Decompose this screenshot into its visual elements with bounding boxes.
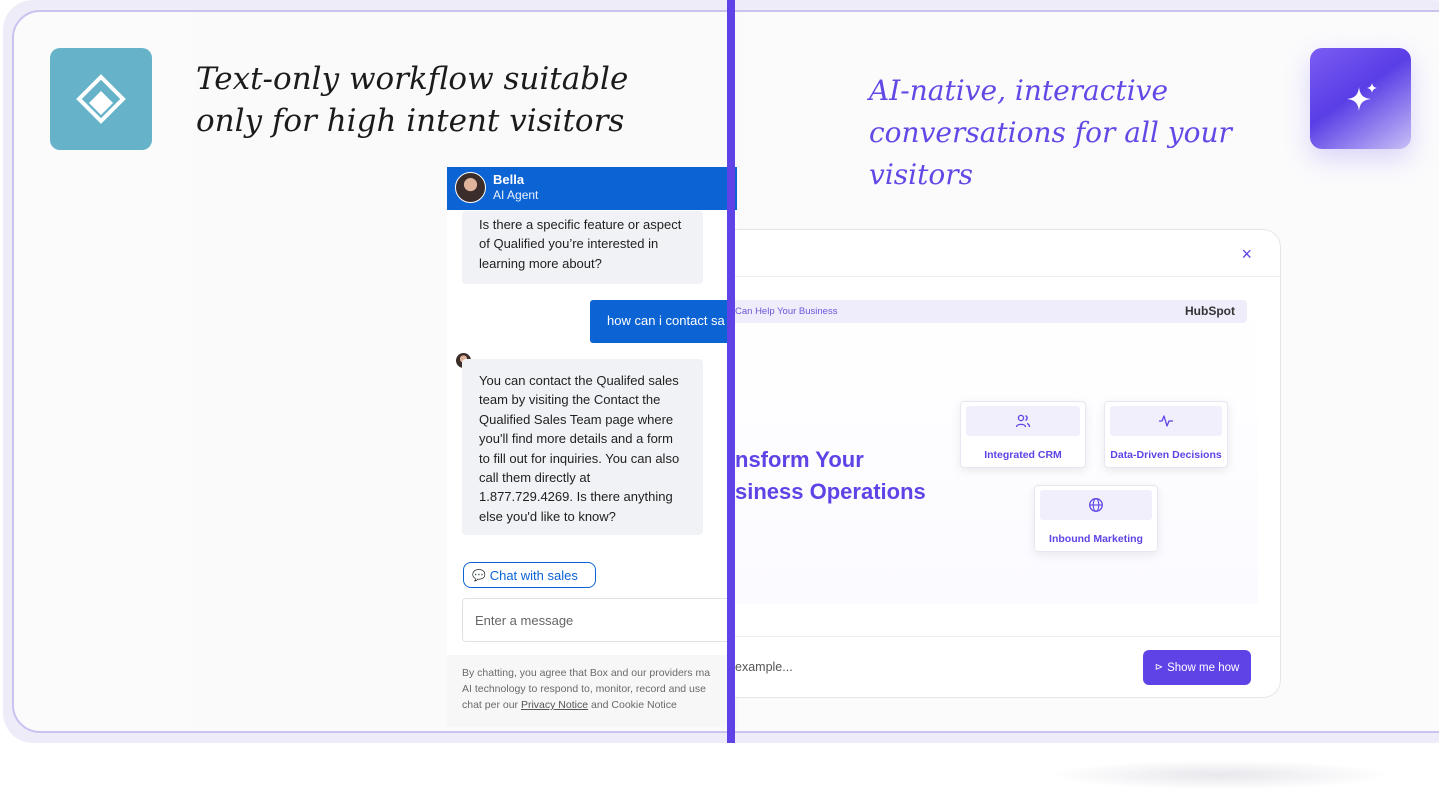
chat-disclaimer: By chatting, you agree that Box and our … (447, 655, 737, 727)
headline-line: siness Operations (735, 479, 926, 504)
avatar (455, 172, 486, 203)
privacy-notice-link[interactable]: Privacy Notice (521, 699, 588, 711)
breadcrumb-text: Can Help Your Business (735, 306, 838, 317)
users-icon (966, 406, 1080, 436)
sparkle-logo-icon (1310, 48, 1411, 149)
disclaimer-text: and Cookie Notice (588, 699, 677, 711)
globe-icon (1040, 490, 1152, 520)
headline-line: nsform Your (735, 447, 864, 472)
feature-label: Data-Driven Decisions (1110, 449, 1222, 461)
divider (735, 276, 1280, 277)
comparison-divider (727, 0, 735, 743)
disclaimer-line: chat per our Privacy Notice and Cookie N… (462, 697, 737, 713)
show-me-how-label: Show me how (1167, 661, 1240, 674)
close-icon[interactable]: × (1241, 244, 1252, 265)
chat-with-sales-label: Chat with sales (489, 567, 578, 583)
message-input[interactable]: Enter a message (462, 598, 737, 642)
divider (735, 636, 1280, 637)
show-me-how-button[interactable]: ⊳ Show me how (1143, 650, 1251, 685)
agent-message: Is there a specific feature or aspect of… (462, 211, 703, 284)
headline: nsform Your siness Operations (735, 444, 926, 508)
right-tagline: AI-native, interactive conversations for… (869, 74, 1232, 191)
modal-input-text[interactable]: example... (735, 660, 793, 674)
disclaimer-text: chat per our (462, 699, 521, 711)
teal-logo-icon (50, 48, 152, 150)
hubspot-logo: HubSpot (1185, 304, 1235, 318)
feature-card[interactable]: Integrated CRM (960, 401, 1086, 468)
activity-icon (1110, 406, 1222, 436)
disclaimer-line: By chatting, you agree that Box and our … (462, 667, 711, 679)
left-tagline: Text-only workflow suitable only for hig… (196, 61, 629, 139)
shadow-glow (1050, 760, 1390, 790)
agent-message: You can contact the Qualifed sales team … (462, 359, 703, 535)
feature-label: Inbound Marketing (1049, 533, 1143, 545)
feature-card[interactable]: Inbound Marketing (1034, 485, 1158, 552)
chat-widget: Bella AI Agent Is there a specific featu… (447, 167, 737, 727)
presentation-stage: Can Help Your Business HubSpot nsform Yo… (735, 300, 1258, 604)
chat-with-sales-button[interactable]: 💬 Chat with sales (463, 562, 596, 588)
agent-name: Bella (493, 172, 525, 187)
ai-modal: × Can Help Your Business HubSpot nsform … (735, 229, 1281, 698)
feature-label: Integrated CRM (984, 449, 1062, 461)
disclaimer-line: AI technology to respond to, monitor, re… (462, 683, 706, 695)
send-icon: ⊳ (1154, 662, 1164, 673)
speech-bubble-icon: 💬 (472, 569, 486, 582)
breadcrumb: Can Help Your Business HubSpot (735, 300, 1247, 323)
user-message: how can i contact sa (590, 300, 737, 343)
agent-role: AI Agent (493, 188, 539, 202)
chat-header: Bella AI Agent (447, 167, 737, 210)
message-input-placeholder: Enter a message (475, 612, 574, 628)
feature-card[interactable]: Data-Driven Decisions (1104, 401, 1228, 468)
